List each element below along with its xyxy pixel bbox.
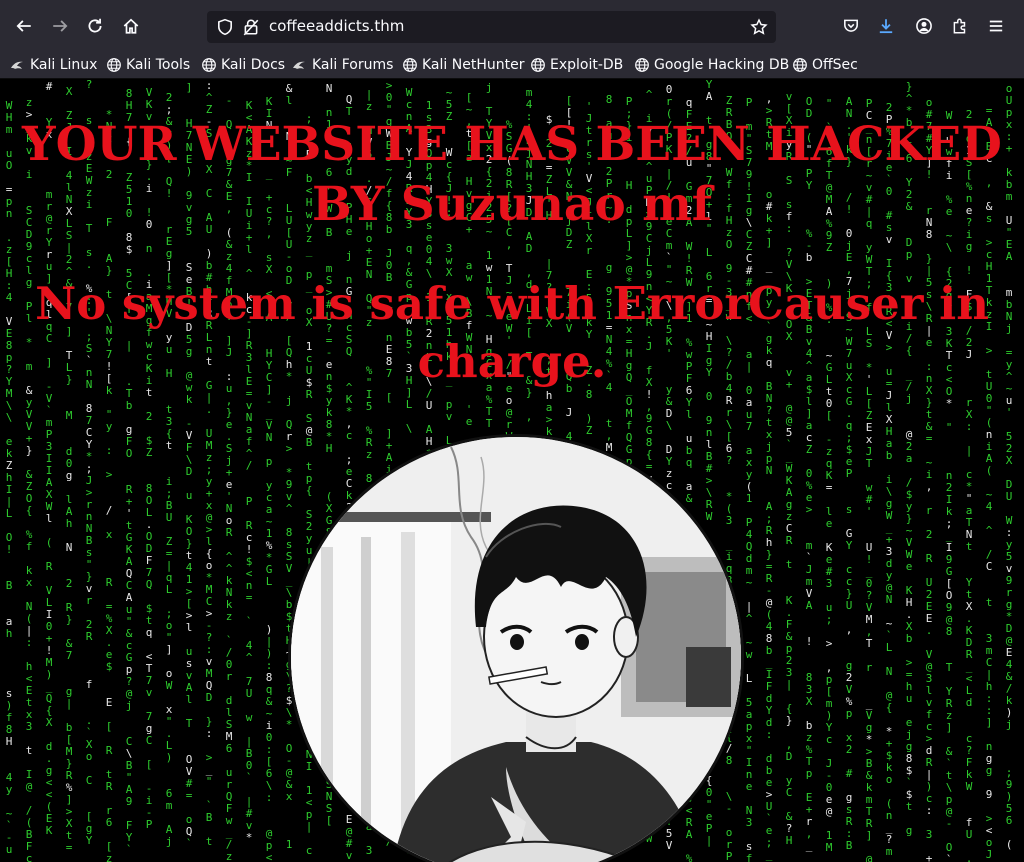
kali-dragon-icon	[10, 57, 26, 73]
arrow-right-icon	[53, 20, 68, 32]
browser-toolbar: coffeeaddicts.thm	[0, 0, 1024, 52]
kali-dragon-icon	[292, 57, 308, 73]
page-content: W H m u O = p n . z [ H : 4 V E 8 p ? Y …	[0, 79, 1024, 862]
bookmark-label: Kali Linux	[30, 57, 98, 73]
app-menu-button[interactable]	[981, 11, 1011, 41]
back-button[interactable]	[9, 11, 39, 41]
globe-icon	[402, 57, 418, 73]
shield-icon[interactable]	[216, 18, 234, 36]
bookmark-label: Kali Docs	[221, 57, 286, 73]
downloads-button[interactable]	[871, 11, 901, 41]
download-icon	[879, 19, 893, 34]
bookmark-offsec[interactable]: OffSec	[792, 54, 858, 76]
bookmark-label: Google Hacking DB	[654, 57, 790, 73]
hacker-avatar-image	[288, 434, 744, 862]
bookmarks-toolbar: Kali Linux Kali Tools Kali Docs Kali For…	[0, 52, 1024, 79]
globe-icon	[634, 57, 650, 73]
globe-icon	[201, 57, 217, 73]
pocket-button[interactable]	[836, 11, 866, 41]
globe-icon	[792, 57, 808, 73]
anime-character-smoking-avatar	[291, 437, 741, 862]
bookmark-label: Kali Tools	[126, 57, 191, 73]
url-text[interactable]: coffeeaddicts.thm	[269, 17, 404, 35]
forward-button[interactable]	[45, 11, 75, 41]
bookmark-kali-docs[interactable]: Kali Docs	[201, 54, 285, 76]
bookmark-exploit-db[interactable]: Exploit-DB	[530, 54, 623, 76]
home-icon	[123, 18, 139, 34]
bookmark-label: Kali NetHunter	[422, 57, 525, 73]
globe-icon	[530, 57, 546, 73]
globe-icon	[106, 57, 122, 73]
bookmark-kali-tools[interactable]: Kali Tools	[106, 54, 190, 76]
account-icon	[916, 18, 932, 34]
bookmark-kali-nethunter[interactable]: Kali NetHunter	[402, 54, 524, 76]
reload-icon	[88, 18, 102, 33]
bookmark-kali-forums[interactable]: Kali Forums	[292, 54, 393, 76]
pocket-icon	[844, 19, 858, 32]
insecure-lock-icon[interactable]	[242, 18, 260, 36]
bookmark-label: Exploit-DB	[550, 57, 624, 73]
bookmark-label: Kali Forums	[312, 57, 394, 73]
puzzle-extensions-icon	[953, 18, 966, 34]
star-bookmark-icon[interactable]	[750, 18, 768, 36]
hacker-tagline: No system is safe with ErrorCauser in ch…	[35, 277, 989, 388]
url-bar[interactable]: coffeeaddicts.thm	[207, 11, 776, 43]
account-button[interactable]	[909, 11, 939, 41]
bookmark-google-hacking-db[interactable]: Google Hacking DB	[634, 54, 789, 76]
arrow-left-icon	[16, 20, 31, 32]
hacked-headline: YOUR WEBSITE HAS BEEN HACKED BY Suzunao …	[22, 117, 1002, 232]
hamburger-menu-icon	[989, 20, 1003, 32]
bookmark-label: OffSec	[812, 57, 858, 73]
reload-button[interactable]	[80, 11, 110, 41]
home-button[interactable]	[116, 11, 146, 41]
bookmark-kali-linux[interactable]: Kali Linux	[10, 54, 97, 76]
extensions-button[interactable]	[945, 11, 975, 41]
